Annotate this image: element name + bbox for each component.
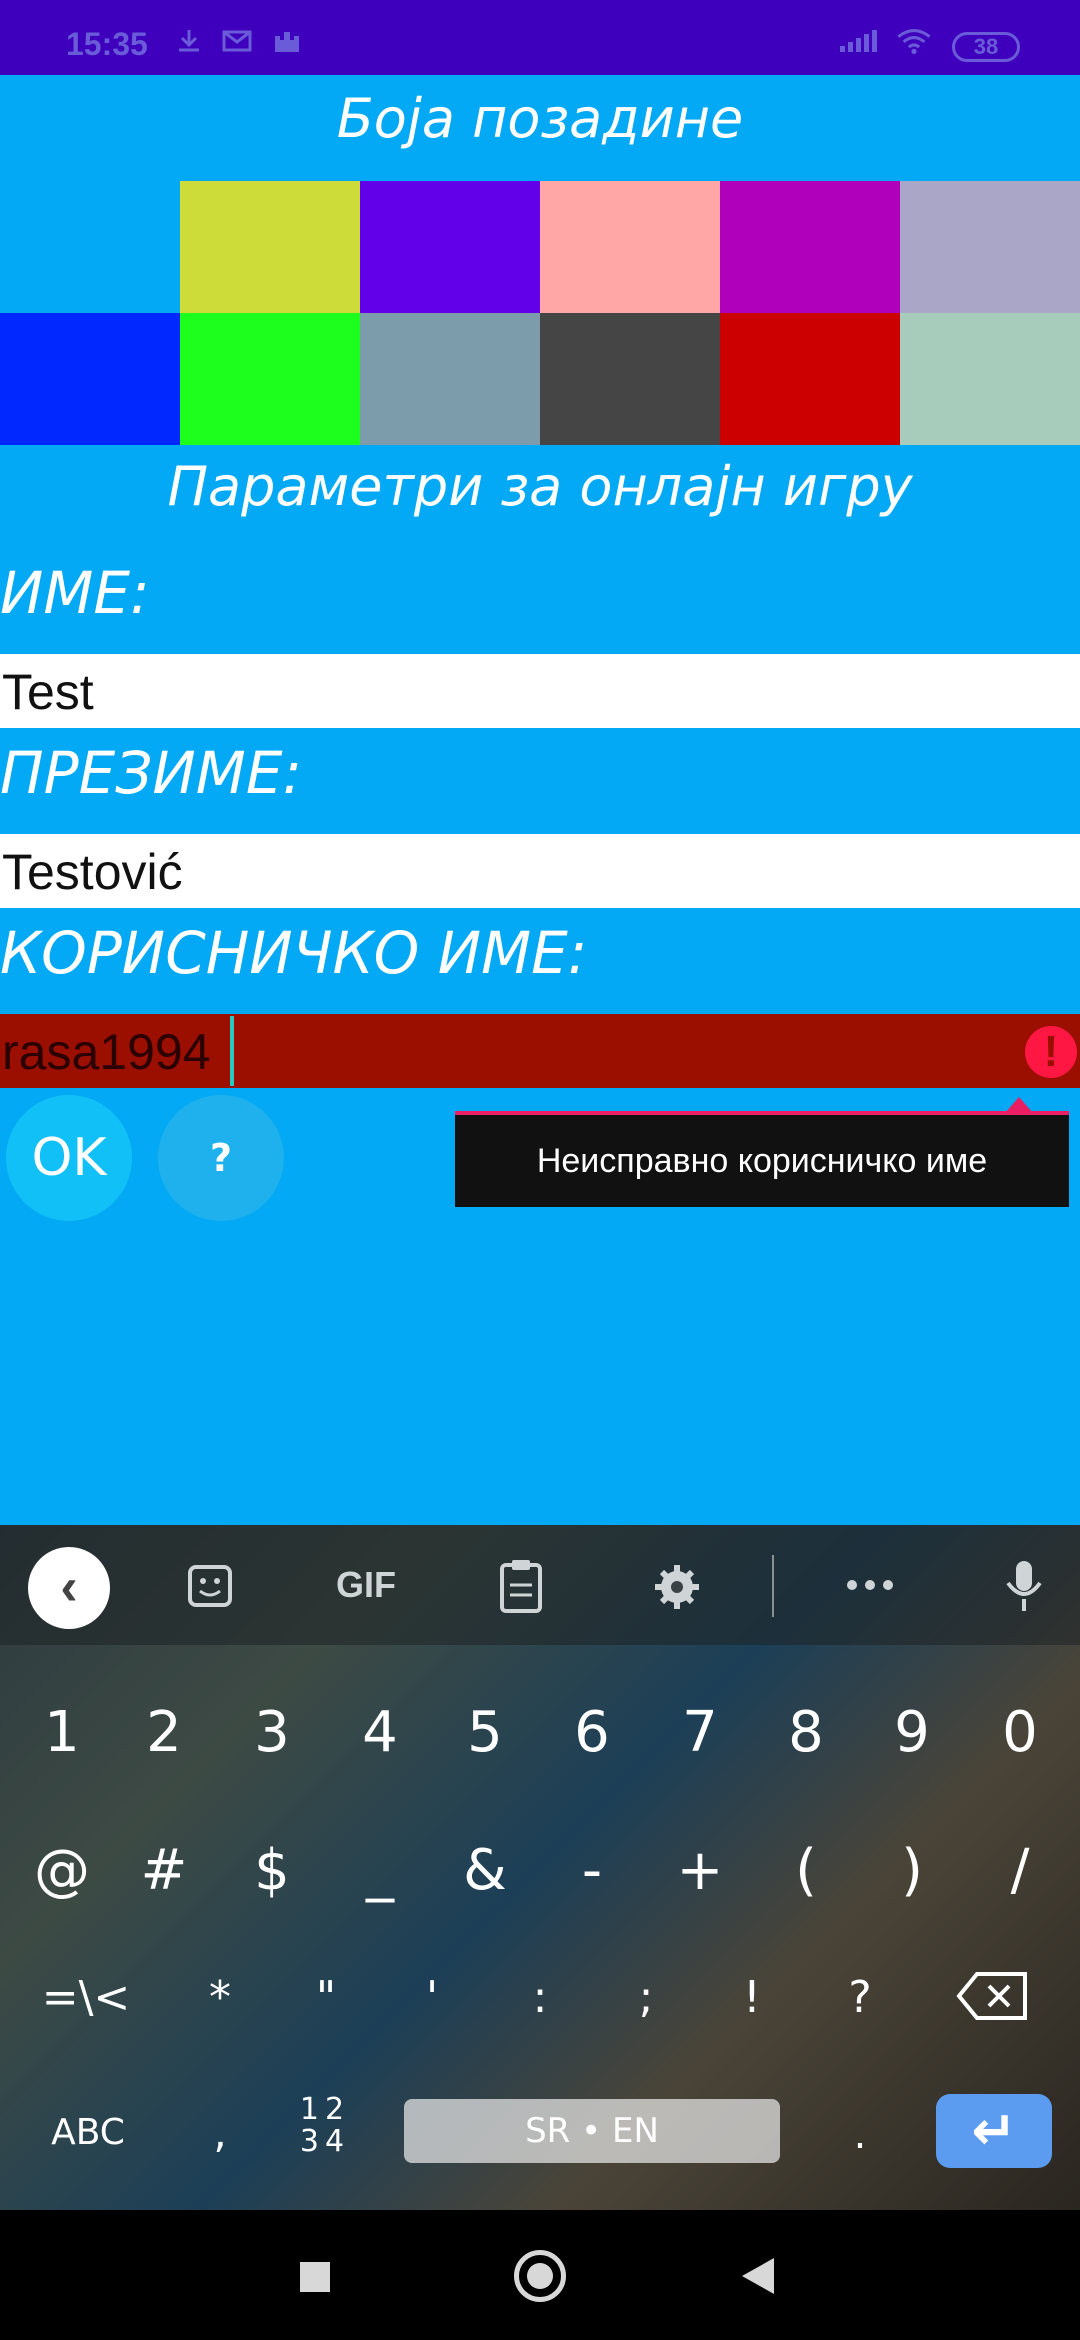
username-label: КОРИСНИЧКО ИМЕ:: [0, 919, 588, 987]
toolbar-divider: [772, 1555, 774, 1617]
key-2[interactable]: 2: [124, 1700, 204, 1765]
color-swatch-dark-gray[interactable]: [540, 313, 720, 445]
key-3[interactable]: 3: [232, 1700, 312, 1765]
key-abc[interactable]: ABC: [38, 2112, 138, 2153]
username-value: rasa1994: [2, 1024, 211, 1080]
color-swatch-lime[interactable]: [180, 181, 360, 313]
last-name-input[interactable]: Testović: [0, 834, 1080, 908]
key-hash[interactable]: #: [124, 1838, 204, 1903]
space-bar[interactable]: SR • EN: [404, 2099, 780, 2163]
status-bar: 15:35 38: [0, 0, 1080, 75]
error-tooltip: Неисправно корисничко име: [455, 1111, 1069, 1207]
last-name-label: ПРЕЗИМЕ:: [0, 739, 303, 807]
enter-icon[interactable]: ↵: [936, 2094, 1052, 2168]
chevron-left-icon[interactable]: ‹: [28, 1547, 110, 1629]
key-numpad[interactable]: 12 34: [290, 2094, 360, 2158]
clipboard-icon[interactable]: [496, 1555, 546, 1615]
backspace-icon[interactable]: [955, 1968, 1031, 2024]
key-7[interactable]: 7: [660, 1700, 740, 1765]
background-color-title: Боја позадине: [336, 87, 744, 150]
color-swatch-mint[interactable]: [900, 313, 1080, 445]
app-content: Боја позадине Параметри за онлајн игру И…: [0, 75, 1080, 1525]
username-input[interactable]: rasa1994 !: [0, 1014, 1080, 1088]
color-swatch-violet[interactable]: [360, 181, 540, 313]
castle-icon: [275, 32, 299, 52]
download-icon: [179, 30, 199, 52]
home-icon-dot: [527, 2263, 553, 2289]
key-4[interactable]: 4: [340, 1700, 420, 1765]
first-name-label: ИМЕ:: [0, 559, 150, 627]
key-minus[interactable]: -: [552, 1838, 632, 1903]
key-open-paren[interactable]: (: [766, 1838, 846, 1903]
key-period[interactable]: .: [845, 2112, 875, 2158]
key-9[interactable]: 9: [872, 1700, 952, 1765]
color-swatch-magenta[interactable]: [720, 181, 900, 313]
sticker-icon[interactable]: [184, 1555, 236, 1615]
back-icon[interactable]: [742, 2258, 774, 2294]
color-swatch-lavender[interactable]: [900, 181, 1080, 313]
signal-icon: [840, 30, 877, 52]
error-icon[interactable]: !: [1025, 1026, 1077, 1078]
key-1[interactable]: 1: [22, 1700, 102, 1765]
color-swatch-green[interactable]: [180, 313, 360, 445]
color-swatch-blue[interactable]: [0, 313, 180, 445]
color-swatch-light-blue[interactable]: [0, 181, 180, 313]
keyboard-toolbar: ‹ GIF: [0, 1525, 1080, 1645]
key-close-paren[interactable]: ): [872, 1838, 952, 1903]
status-time: 15:35: [66, 26, 148, 62]
key-8[interactable]: 8: [766, 1700, 846, 1765]
key-semicolon[interactable]: ;: [606, 1972, 686, 2023]
recent-apps-icon[interactable]: [300, 2262, 330, 2292]
key-exclamation[interactable]: !: [712, 1972, 792, 2023]
wifi-icon: [897, 29, 931, 54]
key-question[interactable]: ?: [820, 1972, 900, 2023]
key-more-symbols[interactable]: =\<: [38, 1972, 134, 2023]
key-ampersand[interactable]: &: [445, 1838, 525, 1903]
online-game-settings-title: Параметри за онлајн игру: [167, 455, 913, 518]
gif-button[interactable]: GIF: [326, 1555, 406, 1615]
key-5[interactable]: 5: [445, 1700, 525, 1765]
key-asterisk[interactable]: *: [180, 1972, 260, 2023]
key-plus[interactable]: +: [660, 1838, 740, 1903]
battery-indicator: 38: [952, 32, 1020, 62]
gear-icon[interactable]: [650, 1555, 704, 1615]
mail-icon: [222, 30, 252, 52]
key-comma[interactable]: ,: [190, 2108, 250, 2157]
more-icon[interactable]: [842, 1555, 898, 1615]
microphone-icon[interactable]: [1002, 1555, 1046, 1615]
key-underscore[interactable]: _: [340, 1838, 420, 1903]
color-swatch-pink[interactable]: [540, 181, 720, 313]
key-slash[interactable]: /: [980, 1838, 1060, 1903]
text-cursor: [230, 1016, 234, 1086]
key-dollar[interactable]: $: [232, 1838, 312, 1903]
key-double-quote[interactable]: ": [286, 1972, 366, 2023]
key-at[interactable]: @: [22, 1838, 102, 1903]
color-swatch-slate[interactable]: [360, 313, 540, 445]
color-palette: [0, 181, 1080, 445]
color-swatch-red[interactable]: [720, 313, 900, 445]
help-button[interactable]: ?: [158, 1095, 284, 1221]
key-colon[interactable]: :: [500, 1972, 580, 2023]
key-0[interactable]: 0: [980, 1700, 1060, 1765]
ok-button[interactable]: OK: [6, 1095, 132, 1221]
key-single-quote[interactable]: ': [392, 1972, 472, 2023]
first-name-input[interactable]: Test: [0, 654, 1080, 728]
key-6[interactable]: 6: [552, 1700, 632, 1765]
